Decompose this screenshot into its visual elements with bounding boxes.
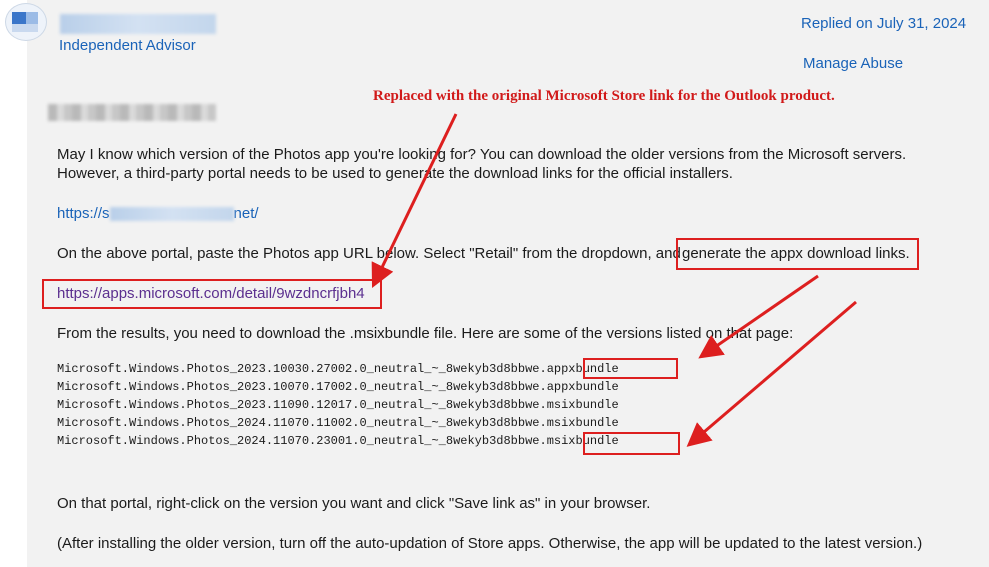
- paragraph-results: From the results, you need to download t…: [57, 325, 794, 342]
- portal-link-suffix: net/: [233, 205, 259, 222]
- file-name: Microsoft.Windows.Photos_2023.10030.2700…: [57, 362, 547, 376]
- manage-abuse-link[interactable]: Manage Abuse: [803, 54, 903, 73]
- paragraph-intro-line1: May I know which version of the Photos a…: [57, 146, 907, 163]
- reply-date: Replied on July 31, 2024: [801, 15, 967, 32]
- file-extension: msixbundle: [546, 416, 619, 430]
- file-name: Microsoft.Windows.Photos_2023.10070.1700…: [57, 380, 547, 394]
- highlight-box-store-link: [42, 279, 382, 309]
- list-item: Microsoft.Windows.Photos_2023.11090.1201…: [57, 396, 619, 414]
- paragraph-portal-instructions: On the above portal, paste the Photos ap…: [57, 245, 681, 262]
- paragraph-save-link: On that portal, right-click on the versi…: [57, 495, 651, 512]
- author-role: Independent Advisor: [59, 37, 196, 54]
- redacted-greeting: [48, 104, 216, 121]
- annotation-text: Replaced with the original Microsoft Sto…: [373, 88, 835, 104]
- file-extension: appxbundle: [546, 380, 619, 394]
- portal-link-prefix: https://s: [57, 205, 110, 222]
- highlight-box-appxbundle: [583, 358, 678, 379]
- file-extension: msixbundle: [546, 398, 619, 412]
- avatar[interactable]: [5, 3, 47, 41]
- highlight-box-msixbundle: [583, 432, 680, 455]
- redacted-username: [60, 14, 216, 34]
- paragraph-intro-line2: However, a third-party portal needs to b…: [57, 165, 733, 182]
- paragraph-auto-update-note: (After installing the older version, tur…: [57, 535, 923, 552]
- list-item: Microsoft.Windows.Photos_2024.11070.1100…: [57, 414, 619, 432]
- portal-link[interactable]: https://s net/: [57, 204, 259, 223]
- redacted-portal-domain: [109, 207, 234, 222]
- file-name: Microsoft.Windows.Photos_2023.11090.1201…: [57, 398, 547, 412]
- highlight-box-generate-links: [676, 238, 919, 270]
- list-item: Microsoft.Windows.Photos_2023.10030.2700…: [57, 360, 619, 378]
- list-item: Microsoft.Windows.Photos_2023.10070.1700…: [57, 378, 619, 396]
- file-name: Microsoft.Windows.Photos_2024.11070.1100…: [57, 416, 547, 430]
- file-name: Microsoft.Windows.Photos_2024.11070.2300…: [57, 434, 547, 448]
- list-item: Microsoft.Windows.Photos_2024.11070.2300…: [57, 432, 619, 450]
